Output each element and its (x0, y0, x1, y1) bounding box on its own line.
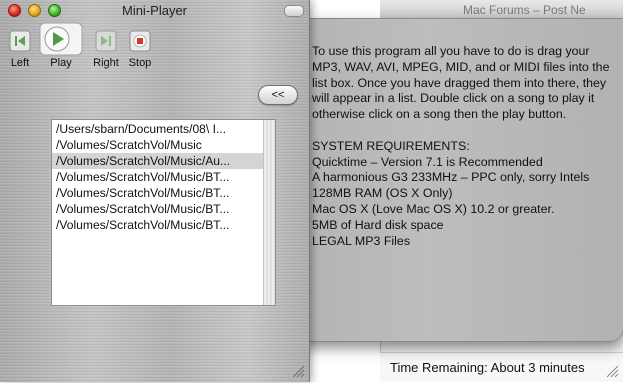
left-label: Left (10, 57, 30, 69)
requirement-files: LEGAL MP3 Files (312, 233, 411, 248)
stop-button[interactable] (128, 26, 152, 56)
play-button[interactable] (38, 22, 84, 56)
left-button[interactable] (8, 26, 32, 56)
play-icon (39, 22, 83, 56)
requirements-heading: SYSTEM REQUIREMENTS: (312, 138, 470, 153)
window-resize-icon[interactable] (291, 364, 305, 378)
requirement-quicktime: Quicktime – Version 7.1 is Recommended (312, 154, 543, 169)
background-window-title[interactable]: Mac Forums – Post Ne (380, 0, 623, 20)
requirement-disk: 5MB of Hard disk space (312, 217, 444, 232)
playlist-item[interactable]: /Users/sbarn/Documents/08\ I... (52, 121, 264, 137)
resize-grip-icon[interactable] (605, 364, 619, 378)
playlist-item-selected[interactable]: /Volumes/ScratchVol/Music/Au... (52, 153, 264, 169)
playlist-item[interactable]: /Volumes/ScratchVol/Music/BT... (52, 217, 264, 233)
requirement-os: Mac OS X (Love Mac OS X) 10.2 or greater… (312, 201, 555, 216)
playlist-listbox[interactable]: /Users/sbarn/Documents/08\ I... /Volumes… (51, 119, 276, 306)
title-bar[interactable]: Mini-Player (0, 0, 309, 22)
skip-back-icon (9, 30, 31, 52)
requirement-ram: 128MB RAM (OS X Only) (312, 186, 453, 201)
time-remaining-status: Time Remaining: About 3 minutes (380, 352, 623, 382)
stop-label: Stop (128, 57, 152, 69)
instructions-text: To use this program all you have to do i… (312, 44, 610, 122)
playlist-item[interactable]: /Volumes/ScratchVol/Music/BT... (52, 201, 264, 217)
right-label: Right (93, 57, 119, 69)
window-title: Mini-Player (121, 3, 187, 18)
playlist-item[interactable]: /Volumes/ScratchVol/Music/BT... (52, 185, 264, 201)
skip-forward-icon (95, 30, 117, 52)
playlist-item[interactable]: /Volumes/ScratchVol/Music (52, 137, 264, 153)
stop-icon (129, 30, 151, 52)
right-button[interactable] (94, 26, 118, 56)
playlist-item[interactable]: /Volumes/ScratchVol/Music/BT... (52, 169, 264, 185)
playlist-scrollbar[interactable] (263, 120, 275, 305)
mini-player-window: Mini-Player Left Play Right Stop << /Use… (0, 0, 310, 382)
play-label: Play (50, 57, 72, 69)
info-drawer: To use this program all you have to do i… (298, 18, 623, 342)
requirement-processor: A harmonious G3 233MHz – PPC only, sorry… (312, 170, 590, 185)
info-text: To use this program all you have to do i… (312, 44, 612, 249)
toolbar-toggle-button[interactable] (284, 5, 304, 17)
toggle-drawer-button[interactable]: << (258, 85, 298, 105)
